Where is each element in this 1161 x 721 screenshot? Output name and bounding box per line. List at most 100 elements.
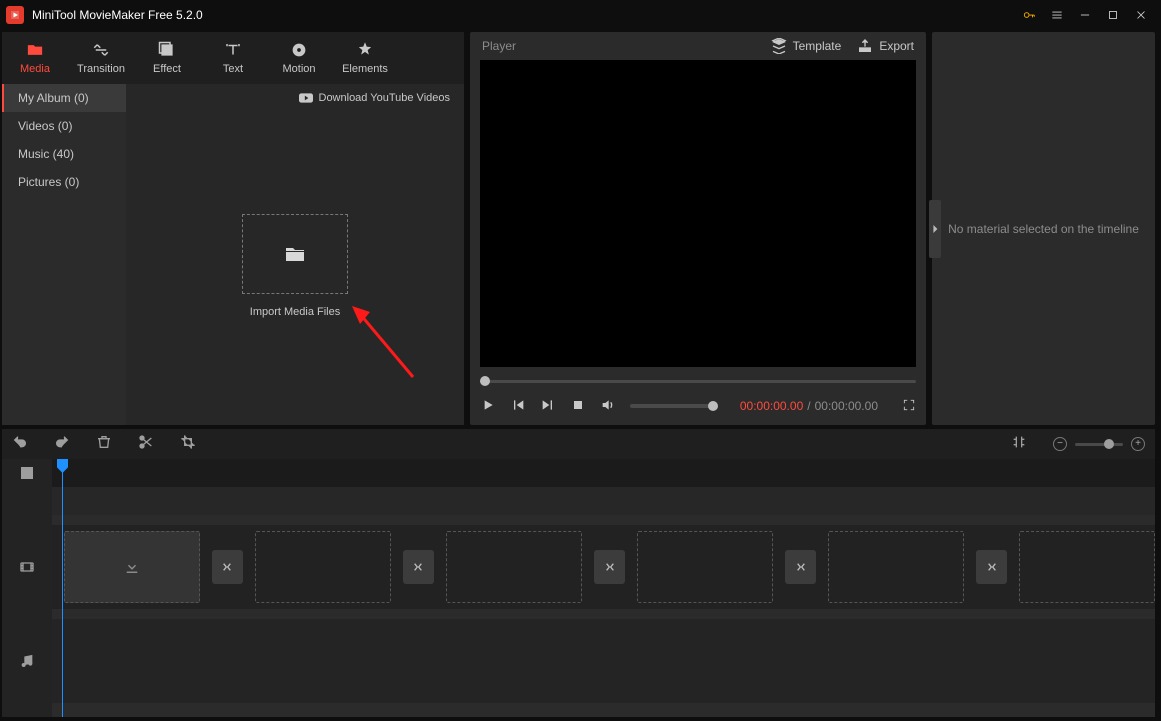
transition-slot[interactable] (212, 550, 244, 584)
template-icon (771, 38, 787, 54)
download-youtube-link[interactable]: Download YouTube Videos (126, 84, 464, 112)
expand-panel-button[interactable] (929, 200, 941, 258)
play-button[interactable] (480, 397, 496, 416)
sidebar-item-label: Pictures (0) (18, 175, 79, 189)
video-slot[interactable] (828, 531, 964, 603)
maximize-button[interactable] (1099, 0, 1127, 30)
tab-elements[interactable]: Elements (332, 32, 398, 84)
tab-motion[interactable]: Motion (266, 32, 332, 84)
timecode: 00:00:00.00/00:00:00.00 (740, 399, 878, 413)
transition-slot[interactable] (403, 550, 435, 584)
sidebar-item-label: My Album (0) (18, 91, 89, 105)
close-button[interactable] (1127, 0, 1155, 30)
hamburger-menu-button[interactable] (1043, 0, 1071, 30)
sidebar-item-my-album[interactable]: My Album (0) (2, 84, 126, 112)
timeline-body[interactable] (52, 459, 1155, 717)
zoom-out-button[interactable]: − (1053, 437, 1067, 451)
import-media-label: Import Media Files (250, 306, 340, 318)
video-track-icon (2, 525, 52, 609)
video-slot[interactable] (255, 531, 391, 603)
sidebar-item-label: Videos (0) (18, 119, 72, 133)
next-frame-button[interactable] (540, 397, 556, 416)
app-title: MiniTool MovieMaker Free 5.2.0 (32, 8, 203, 22)
player-header: Player Template Export (470, 32, 926, 60)
template-button[interactable]: Template (771, 38, 842, 54)
app-window: MiniTool MovieMaker Free 5.2.0 Media (0, 0, 1161, 721)
redo-button[interactable] (54, 434, 70, 455)
minimize-button[interactable] (1071, 0, 1099, 30)
audio-track[interactable] (52, 619, 1155, 703)
player-panel: Player Template Export (470, 32, 926, 425)
text-track[interactable] (52, 487, 1155, 515)
media-sidebar: My Album (0) Videos (0) Music (40) Pictu… (2, 84, 126, 425)
tab-label: Text (223, 63, 243, 75)
tab-media[interactable]: Media (2, 32, 68, 84)
volume-button[interactable] (600, 397, 616, 416)
tab-text[interactable]: Text (200, 32, 266, 84)
title-bar: MiniTool MovieMaker Free 5.2.0 (0, 0, 1161, 30)
media-drop-area: Download YouTube Videos Import Media Fil… (126, 84, 464, 425)
timeline-toolbar: − + (2, 429, 1155, 459)
import-media-dropzone[interactable] (242, 214, 348, 294)
chevron-right-icon (931, 224, 939, 234)
upper-area: Media Transition Effect Text Motion (0, 30, 1161, 425)
folder-icon (281, 242, 309, 266)
undo-button[interactable] (12, 434, 28, 455)
timeline-ruler[interactable] (52, 459, 1155, 487)
transition-slot[interactable] (976, 550, 1008, 584)
split-button[interactable] (138, 434, 154, 455)
app-logo-icon (6, 6, 24, 24)
tab-label: Transition (77, 63, 125, 75)
crop-button[interactable] (180, 434, 196, 455)
zoom-slider[interactable] (1075, 443, 1123, 446)
volume-slider[interactable] (630, 404, 718, 408)
tab-label: Elements (342, 63, 388, 75)
sidebar-item-pictures[interactable]: Pictures (0) (2, 168, 126, 196)
media-body: My Album (0) Videos (0) Music (40) Pictu… (2, 84, 464, 425)
transition-slot[interactable] (594, 550, 626, 584)
license-key-button[interactable] (1015, 0, 1043, 30)
tab-effect[interactable]: Effect (134, 32, 200, 84)
prev-frame-button[interactable] (510, 397, 526, 416)
player-controls: 00:00:00.00/00:00:00.00 (470, 391, 926, 425)
properties-empty-msg: No material selected on the timeline (948, 222, 1139, 236)
video-slot[interactable] (1019, 531, 1155, 603)
timeline (2, 459, 1155, 717)
video-slot[interactable] (64, 531, 200, 603)
sidebar-item-videos[interactable]: Videos (0) (2, 112, 126, 140)
timecode-total: 00:00:00.00 (815, 399, 878, 413)
tab-transition[interactable]: Transition (68, 32, 134, 84)
stop-button[interactable] (570, 397, 586, 416)
video-track[interactable] (52, 525, 1155, 609)
tab-label: Media (20, 63, 50, 75)
seek-bar[interactable] (480, 371, 916, 391)
sidebar-item-music[interactable]: Music (40) (2, 140, 126, 168)
add-track-button[interactable] (2, 459, 52, 487)
annotation-arrow-icon (348, 302, 418, 382)
tab-label: Effect (153, 63, 181, 75)
sidebar-item-label: Music (40) (18, 147, 74, 161)
zoom-in-button[interactable]: + (1131, 437, 1145, 451)
youtube-icon (299, 92, 313, 104)
top-tabs: Media Transition Effect Text Motion (2, 32, 464, 84)
export-button[interactable]: Export (857, 38, 914, 54)
video-slot[interactable] (446, 531, 582, 603)
tab-label: Motion (282, 63, 315, 75)
transition-slot[interactable] (785, 550, 817, 584)
audio-track-icon (2, 619, 52, 703)
properties-panel: No material selected on the timeline (932, 32, 1155, 425)
preview-viewer[interactable] (480, 60, 916, 367)
video-slot[interactable] (637, 531, 773, 603)
zoom-control: − + (1053, 437, 1145, 451)
template-label: Template (793, 39, 842, 53)
fullscreen-button[interactable] (902, 398, 916, 415)
export-icon (857, 38, 873, 54)
delete-button[interactable] (96, 434, 112, 455)
text-track-icon (2, 487, 52, 515)
fit-zoom-button[interactable] (1011, 434, 1027, 455)
player-label: Player (482, 39, 516, 53)
download-into-slot-icon (123, 558, 141, 576)
media-panel: Media Transition Effect Text Motion (2, 32, 464, 425)
download-youtube-label: Download YouTube Videos (319, 92, 451, 104)
timeline-track-headers (2, 459, 52, 717)
